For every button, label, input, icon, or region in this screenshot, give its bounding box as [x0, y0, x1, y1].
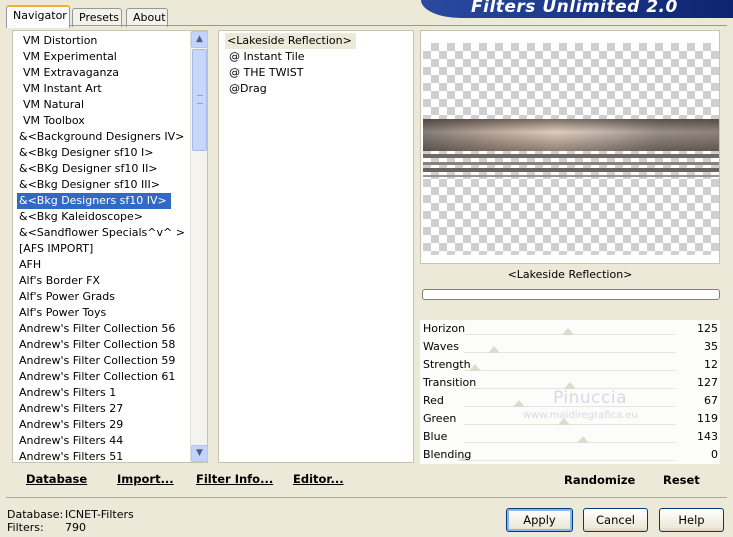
param-name: Blue: [423, 430, 448, 443]
param-slider-track[interactable]: [464, 460, 676, 464]
category-item[interactable]: Andrew's Filters 44: [13, 433, 190, 449]
param-name: Horizon: [423, 322, 466, 335]
category-scrollbar[interactable]: ▲ ▼: [190, 31, 208, 462]
status-database-value: ICNET-Filters: [65, 508, 134, 521]
category-item[interactable]: Andrew's Filter Collection 56: [13, 321, 190, 337]
param-row[interactable]: Horizon 125: [420, 320, 720, 338]
param-value: 35: [704, 340, 718, 353]
cancel-button[interactable]: Cancel: [583, 508, 648, 532]
param-value: 12: [704, 358, 718, 371]
tab-navigator[interactable]: Navigator: [6, 5, 70, 28]
param-value: 125: [697, 322, 718, 335]
param-value: 67: [704, 394, 718, 407]
category-item[interactable]: Alf's Border FX: [13, 273, 190, 289]
category-item[interactable]: &<Bkg Designer sf10 I>: [13, 145, 190, 161]
app-title-banner: Filters Unlimited 2.0: [421, 0, 733, 18]
import-button[interactable]: Import...: [117, 472, 174, 486]
category-item[interactable]: Andrew's Filter Collection 61: [13, 369, 190, 385]
param-value: 143: [697, 430, 718, 443]
param-slider-knob[interactable]: [576, 436, 589, 443]
category-list[interactable]: VM Distortion VM Experimental VM Extravaga…: [13, 31, 190, 462]
category-item[interactable]: Andrew's Filters 51: [13, 449, 190, 462]
param-slider-knob[interactable]: [561, 328, 574, 335]
filter-item[interactable]: @Drag: [219, 81, 413, 97]
preview-line: [423, 162, 719, 165]
category-item[interactable]: [AFS IMPORT]: [13, 241, 190, 257]
param-value: 0: [711, 448, 718, 461]
category-item[interactable]: &<Sandflower Specials^v^ >: [13, 225, 190, 241]
category-item[interactable]: &<BKg Designer sf10 II>: [13, 161, 190, 177]
filter-item[interactable]: <Lakeside Reflection>: [225, 33, 356, 49]
category-item[interactable]: &<Bkg Designer sf10 III>: [13, 177, 190, 193]
param-value: 127: [697, 376, 718, 389]
category-item[interactable]: &<Background Designers IV>: [13, 129, 190, 145]
category-item[interactable]: Andrew's Filters 27: [13, 401, 190, 417]
preview-line: [423, 154, 719, 158]
watermark-site: www.maidiregrafica.eu: [523, 410, 638, 421]
apply-button[interactable]: Apply: [506, 508, 573, 532]
param-name: Green: [423, 412, 457, 425]
status-filters-value: 790: [65, 521, 86, 534]
database-button[interactable]: Database: [26, 472, 87, 486]
filter-list[interactable]: <Lakeside Reflection> @ Instant Tile @ THE…: [219, 31, 413, 462]
param-row[interactable]: Strength 12: [420, 356, 720, 374]
category-item[interactable]: VM Extravaganza: [13, 65, 190, 81]
editor-button[interactable]: Editor...: [293, 472, 344, 486]
param-name: Blending: [423, 448, 472, 461]
chevron-up-icon: ▲: [196, 34, 203, 44]
app-title: Filters Unlimited 2.0: [471, 0, 678, 17]
category-item[interactable]: Andrew's Filter Collection 58: [13, 337, 190, 353]
param-row[interactable]: Waves 35: [420, 338, 720, 356]
watermark-name: Pinuccia: [553, 388, 627, 408]
preview-image-band: [423, 119, 719, 151]
category-list-panel: VM Distortion VM Experimental VM Extravaga…: [12, 30, 208, 463]
preview-pane: [420, 30, 720, 264]
param-name: Waves: [423, 340, 459, 353]
tab-divider: [6, 25, 727, 26]
current-filter-name: <Lakeside Reflection>: [507, 268, 633, 281]
help-button[interactable]: Help: [659, 508, 724, 532]
category-item[interactable]: VM Experimental: [13, 49, 190, 65]
param-name: Red: [423, 394, 444, 407]
param-name: Strength: [423, 358, 471, 371]
param-slider-knob[interactable]: [513, 400, 526, 407]
status-database-label: Database:: [7, 508, 64, 521]
category-item[interactable]: VM Instant Art: [13, 81, 190, 97]
filter-item[interactable]: @ THE TWIST: [219, 65, 413, 81]
status-filters: Filters: 790: [7, 521, 86, 534]
param-name: Transition: [423, 376, 477, 389]
category-item[interactable]: Andrew's Filter Collection 59: [13, 353, 190, 369]
filter-item[interactable]: @ Instant Tile: [219, 49, 413, 65]
scroll-down-button[interactable]: ▼: [191, 445, 208, 462]
category-item[interactable]: AFH: [13, 257, 190, 273]
status-filters-label: Filters:: [7, 521, 44, 534]
filter-info-button[interactable]: Filter Info...: [196, 472, 273, 486]
filter-list-panel: <Lakeside Reflection> @ Instant Tile @ THE…: [218, 30, 414, 463]
reset-button[interactable]: Reset: [663, 473, 700, 487]
scroll-up-button[interactable]: ▲: [191, 31, 208, 48]
param-row[interactable]: Blending 0: [420, 446, 720, 464]
param-row[interactable]: Blue 143: [420, 428, 720, 446]
param-slider-knob[interactable]: [487, 346, 500, 353]
category-item[interactable]: VM Distortion: [13, 33, 190, 49]
category-item[interactable]: &<Bkg Designers sf10 IV>: [17, 193, 171, 209]
category-item[interactable]: &<Bkg Kaleidoscope>: [13, 209, 190, 225]
param-value: 119: [697, 412, 718, 425]
preview-line: [423, 168, 719, 172]
category-item[interactable]: Alf's Power Toys: [13, 305, 190, 321]
status-database: Database: ICNET-Filters: [7, 508, 134, 521]
randomize-button[interactable]: Randomize: [564, 473, 635, 487]
chevron-down-icon: ▼: [196, 448, 203, 458]
category-item[interactable]: VM Natural: [13, 97, 190, 113]
category-item[interactable]: Andrew's Filters 29: [13, 417, 190, 433]
category-item[interactable]: VM Toolbox: [13, 113, 190, 129]
scroll-thumb[interactable]: [192, 49, 207, 151]
preview-line: [423, 175, 719, 177]
progress-bar: [422, 289, 720, 300]
category-item[interactable]: Andrew's Filters 1: [13, 385, 190, 401]
database-toolbar: Database Import... Filter Info... Editor…: [12, 465, 414, 491]
footer-divider: [6, 497, 727, 498]
category-item[interactable]: Alf's Power Grads: [13, 289, 190, 305]
